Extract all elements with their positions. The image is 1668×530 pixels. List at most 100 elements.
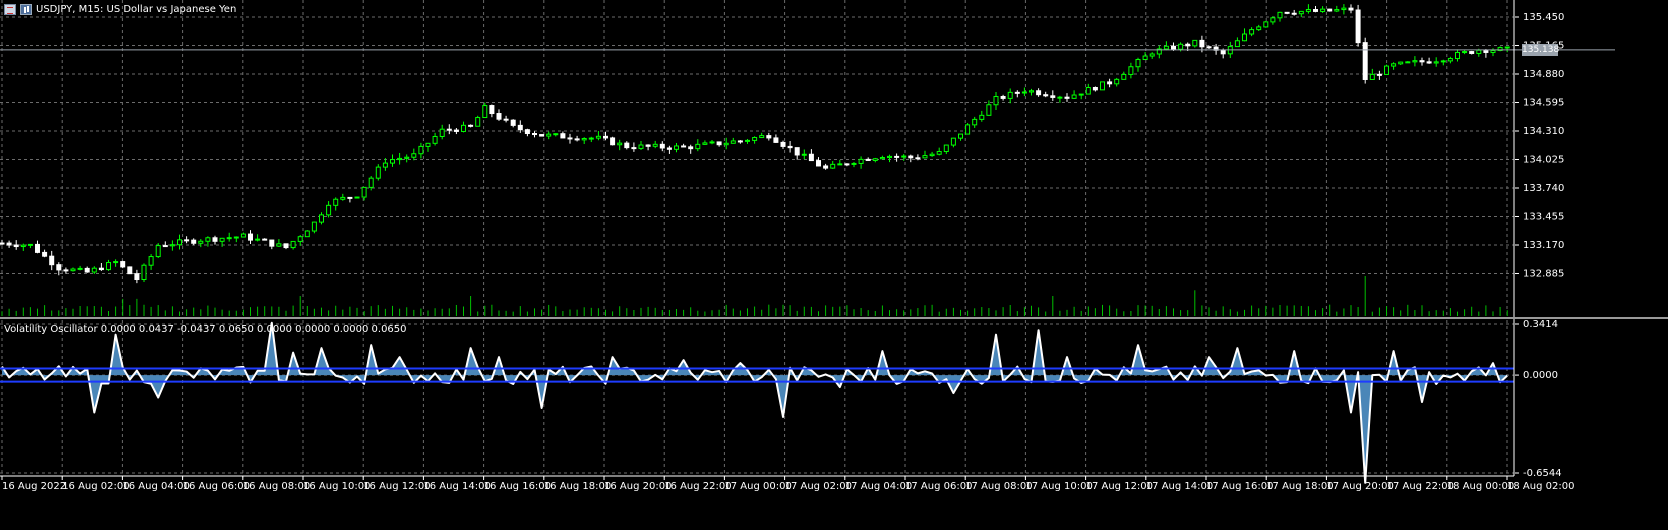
oscillator-tick-label: -0.6544	[1523, 468, 1562, 479]
candle-body	[1298, 10, 1304, 15]
candle-body	[730, 140, 736, 144]
candle-body	[1171, 45, 1176, 50]
time-tick-label: 17 Aug 00:00	[724, 481, 791, 492]
chart-title: USDJPY, M15: US Dollar vs Japanese Yen	[4, 2, 236, 16]
candle-body	[49, 255, 55, 266]
oscillator-histogram	[2, 322, 1508, 483]
candle-body	[1476, 49, 1482, 54]
candle-body	[1313, 9, 1318, 12]
candle-body	[127, 266, 133, 275]
candle-body	[1050, 95, 1056, 98]
candle-body	[390, 159, 395, 164]
candle-body	[219, 237, 225, 242]
time-tick-label: 17 Aug 08:00	[965, 481, 1032, 492]
candle-body	[198, 240, 204, 244]
candle-body	[1043, 94, 1049, 97]
candle-body	[1021, 91, 1027, 94]
candle-body	[524, 129, 530, 135]
candle-body	[155, 245, 161, 258]
candle-body	[162, 245, 168, 248]
candle-body	[98, 267, 104, 271]
oscillator-label: Volatility Oscillator 0.0000 0.0437 -0.0…	[4, 324, 407, 335]
candle-body	[503, 118, 509, 121]
chart-type-icon[interactable]	[20, 3, 32, 15]
candle-body	[894, 155, 900, 158]
oscillator-axis: 0.3414 0.0000 -0.6544	[1515, 319, 1562, 479]
candle-body	[1305, 9, 1311, 12]
candle-body	[496, 113, 502, 120]
chart-window[interactable]: 135.450135.165134.880134.595134.310134.0…	[0, 0, 1668, 530]
time-tick-label: 16 Aug 22:00	[664, 481, 731, 492]
candle-body	[1014, 91, 1020, 94]
price-tick-label: 133.455	[1523, 212, 1564, 223]
candle-body	[1163, 45, 1169, 50]
candle-body	[1369, 73, 1375, 80]
candle-body	[475, 117, 481, 127]
candle-body	[453, 129, 459, 132]
candle-body	[922, 155, 928, 159]
time-tick-label: 17 Aug 04:00	[845, 481, 912, 492]
candle-body	[1440, 60, 1446, 63]
candle-body	[1455, 51, 1460, 60]
chart-canvas[interactable]: 135.450135.165134.880134.595134.310134.0…	[0, 0, 1668, 530]
candle-body	[1092, 87, 1098, 91]
candle-body	[113, 261, 119, 264]
candle-body	[1284, 11, 1290, 14]
candle-body	[311, 221, 317, 232]
candle-body	[205, 237, 211, 242]
price-tick-label: 134.025	[1523, 155, 1564, 166]
candle-body	[1490, 49, 1496, 53]
candle-body	[908, 155, 914, 159]
candle-body	[262, 238, 268, 241]
candle-body	[1263, 21, 1269, 28]
candle-body	[1348, 7, 1354, 11]
candle-body	[787, 145, 793, 149]
chart-menu-icon[interactable]	[4, 3, 16, 15]
candle-body	[1341, 7, 1347, 11]
candle-body	[532, 133, 537, 136]
candle-body	[1291, 12, 1297, 15]
candle-body	[581, 138, 587, 141]
candle-body	[461, 124, 466, 132]
candle-body	[1029, 90, 1034, 93]
candle-body	[1398, 61, 1404, 65]
candle-body	[35, 243, 40, 253]
time-tick-label: 16 Aug 10:00	[303, 481, 370, 492]
candle-body	[1064, 96, 1070, 99]
candle-body	[1249, 29, 1255, 35]
candle-body	[659, 143, 665, 149]
candle-body	[283, 243, 289, 249]
candle-body	[723, 142, 729, 146]
candle-body	[77, 267, 83, 270]
candle-body	[517, 124, 523, 131]
candle-body	[986, 104, 992, 116]
candle-body	[1234, 40, 1240, 48]
time-tick-label: 17 Aug 16:00	[1206, 481, 1273, 492]
candle-body	[858, 158, 864, 164]
candle-body	[872, 158, 878, 161]
candle-body	[1128, 66, 1134, 75]
candle-body	[226, 237, 232, 240]
candle-body	[397, 157, 403, 161]
candle-body	[1078, 93, 1084, 96]
candle-body	[979, 114, 985, 120]
candle-body	[1504, 46, 1510, 49]
price-tick-label: 134.880	[1523, 69, 1564, 80]
candle-body	[1057, 96, 1063, 99]
candle-body	[837, 163, 843, 166]
candle-body	[666, 147, 672, 150]
price-tick-label: 133.740	[1523, 183, 1564, 194]
candle-body	[752, 137, 758, 141]
candle-body	[794, 147, 800, 156]
candle-body	[1242, 33, 1247, 42]
candle-body	[1376, 73, 1382, 76]
candle-body	[106, 262, 111, 271]
current-price-tag: 135.138	[1522, 44, 1560, 56]
time-tick-label: 16 Aug 18:00	[544, 481, 611, 492]
oscillator-tick-label: 0.0000	[1523, 370, 1558, 381]
candle-body	[382, 162, 388, 168]
candle-body	[695, 143, 701, 150]
oscillator-series	[1, 321, 1508, 484]
candle-body	[674, 145, 679, 150]
candle-body	[567, 137, 573, 140]
